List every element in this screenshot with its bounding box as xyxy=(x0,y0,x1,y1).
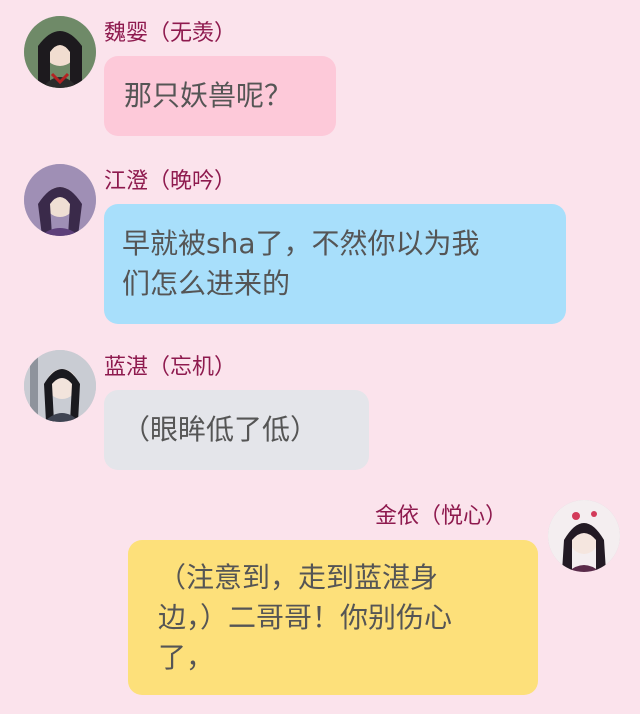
avatar-lan-zhan[interactable] xyxy=(24,350,96,422)
sender-name: 江澄（晚吟） xyxy=(104,169,237,194)
message-text: 们怎么进来的 xyxy=(122,267,291,300)
sender-name: 魏婴（无羡） xyxy=(104,21,237,46)
avatar-wei-ying[interactable] xyxy=(24,16,96,88)
message-bubble[interactable]: （眼眸低了低） xyxy=(104,390,369,470)
message-text: 早就被sha了，不然你以为我 xyxy=(122,227,480,260)
message-bubble[interactable]: （注意到，走到蓝湛身 边，）二哥哥！你别伤心 了， xyxy=(128,540,538,695)
message-text: （眼眸低了低） xyxy=(122,413,319,446)
avatar-jin-yi[interactable] xyxy=(548,500,620,572)
message-text: 那只妖兽呢？ xyxy=(124,79,293,112)
message-text: （注意到，走到蓝湛身 xyxy=(158,561,439,594)
sender-name: 蓝湛（忘机） xyxy=(104,355,237,380)
message-bubble[interactable]: 早就被sha了，不然你以为我 们怎么进来的 xyxy=(104,204,566,324)
message-text: 了， xyxy=(158,641,215,674)
avatar-jiang-cheng[interactable] xyxy=(24,164,96,236)
message-bubble[interactable]: 那只妖兽呢？ xyxy=(104,56,336,136)
message-text: 边，）二哥哥！你别伤心 xyxy=(158,601,453,634)
sender-name: 金依（悦心） xyxy=(375,504,508,529)
